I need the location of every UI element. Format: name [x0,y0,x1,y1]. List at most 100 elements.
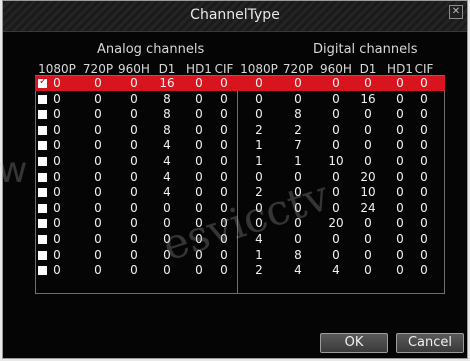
digital-cell: 0 [332,247,340,262]
digital-cell: 4 [332,263,340,278]
analog-cell: 0 [94,91,102,106]
title-bar: ChannelType ✕ [3,1,467,32]
analog-cell: 0 [53,91,61,106]
digital-cell: 0 [396,232,404,246]
digital-col-header: 720P [282,62,314,76]
digital-cell: 0 [420,263,428,278]
digital-cell: 0 [420,169,428,184]
analog-cell: 0 [94,154,102,168]
digital-cell: 10 [328,154,344,168]
digital-cell: 0 [396,107,404,122]
digital-cell: 10 [360,185,376,200]
digital-cell: 0 [420,247,428,262]
row-checkbox[interactable] [38,125,47,135]
digital-cell: 0 [332,76,340,90]
analog-cell: 0 [220,122,228,137]
analog-cell: 0 [53,138,61,153]
row-checkbox[interactable] [38,250,47,260]
digital-cell: 7 [294,138,302,153]
cancel-button[interactable]: Cancel [396,333,464,353]
digital-cell: 0 [332,122,340,137]
analog-cell: 0 [220,107,228,122]
analog-cell: 0 [220,154,228,168]
digital-cell: 1 [255,154,263,168]
analog-cell: 0 [130,247,138,262]
analog-cell: 0 [94,138,102,153]
digital-cell: 0 [332,169,340,184]
digital-cell: 0 [255,76,263,90]
analog-cell: 0 [195,107,203,122]
analog-cell: 0 [195,138,203,153]
row-checkbox[interactable] [38,266,47,276]
digital-cell: 0 [420,138,428,153]
digital-cell: 0 [396,122,404,137]
analog-cell: 0 [195,169,203,184]
digital-cell: 0 [396,138,404,153]
digital-cell: 0 [332,107,340,122]
analog-cell: 0 [94,263,102,278]
digital-cell: 0 [364,232,372,246]
row-checkbox[interactable] [38,219,47,229]
row-checkbox[interactable] [38,157,47,166]
row-checkbox[interactable] [38,235,47,244]
analog-cell: 0 [53,247,61,262]
analog-cell: 0 [94,107,102,122]
analog-channels-heading: Analog channels [97,42,205,57]
analog-cell: 8 [163,107,171,122]
digital-col-header: CIF [414,62,434,76]
digital-cell: 4 [294,263,302,278]
close-icon[interactable]: ✕ [449,5,463,19]
digital-cell: 0 [364,154,372,168]
digital-cell: 1 [294,154,302,168]
row-checkbox[interactable] [38,203,47,213]
analog-cell: 0 [220,91,228,106]
digital-cell: 0 [255,107,263,122]
analog-cell: 0 [130,122,138,137]
digital-cell: 0 [364,263,372,278]
analog-cell: 0 [53,185,61,200]
row-checkbox[interactable] [38,141,47,151]
analog-cell: 0 [53,154,61,168]
analog-cell: 0 [53,169,61,184]
row-checkbox[interactable] [38,94,47,104]
digital-cell: 0 [396,76,404,90]
digital-cell: 8 [294,107,302,122]
digital-cell: 0 [420,232,428,246]
digital-cell: 20 [360,169,376,184]
analog-cell: 4 [163,169,171,184]
digital-cell: 8 [294,247,302,262]
row-checkbox[interactable] [38,110,47,120]
digital-cell: 0 [332,185,340,200]
analog-cell: 0 [220,76,228,90]
row-checkbox[interactable] [38,172,47,182]
digital-cell: 0 [364,247,372,262]
analog-cell: 0 [94,216,102,231]
analog-cell: 0 [130,107,138,122]
digital-channels-heading: Digital channels [313,42,418,57]
digital-cell: 24 [360,200,376,215]
digital-cell: 0 [364,216,372,231]
digital-cell: 0 [420,216,428,231]
analog-cell: 0 [53,122,61,137]
analog-cell: 0 [53,232,61,246]
digital-cell: 0 [332,138,340,153]
digital-cell: 0 [294,76,302,90]
digital-cell: 0 [420,200,428,215]
digital-cell: 0 [364,138,372,153]
analog-cell: 4 [163,138,171,153]
digital-cell: 0 [255,169,263,184]
analog-cell: 0 [94,122,102,137]
row-checkbox[interactable] [38,188,47,198]
digital-cell: 0 [396,247,404,262]
analog-cell: 0 [53,216,61,231]
analog-cell: 0 [130,232,138,246]
digital-cell: 0 [364,76,372,90]
digital-cell: 0 [396,169,404,184]
row-checkbox[interactable]: ✓ [38,76,47,88]
analog-cell: 0 [53,76,61,90]
digital-cell: 0 [332,232,340,246]
digital-cell: 1 [255,138,263,153]
analog-cell: 0 [53,200,61,215]
ok-button[interactable]: OK [320,333,388,353]
analog-cell: 0 [53,107,61,122]
